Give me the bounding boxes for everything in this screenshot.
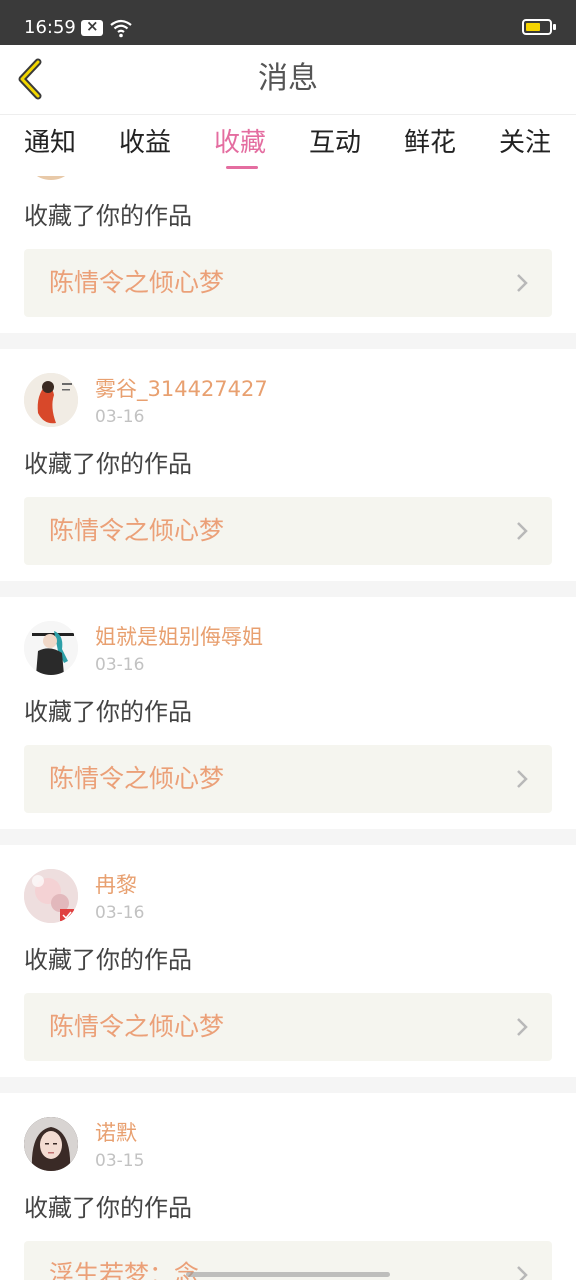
work-link[interactable]: 陈情令之倾心梦 [24, 745, 552, 813]
avatar[interactable] [24, 621, 78, 675]
tab-earnings[interactable]: 收益 [119, 124, 171, 162]
divider [0, 829, 576, 845]
list-item: 冉黎 03-16 收藏了你的作品 陈情令之倾心梦 [0, 845, 576, 1077]
work-title: 浮生若梦：念 [49, 1260, 200, 1280]
chevron-right-icon [517, 274, 528, 292]
username[interactable]: 雾谷_314427427 [95, 375, 268, 403]
work-link[interactable]: 陈情令之倾心梦 [24, 249, 552, 317]
action-text: 收藏了你的作品 [24, 450, 192, 478]
work-title: 陈情令之倾心梦 [49, 516, 225, 545]
avatar[interactable] [24, 373, 78, 427]
username[interactable]: 诺默 [95, 1119, 137, 1147]
list-item: 姐就是姐别侮辱姐 03-16 收藏了你的作品 陈情令之倾心梦 [0, 597, 576, 829]
username[interactable]: 姐就是姐别侮辱姐 [95, 623, 263, 651]
home-indicator[interactable] [186, 1272, 390, 1277]
work-link[interactable]: 陈情令之倾心梦 [24, 497, 552, 565]
action-text: 收藏了你的作品 [24, 946, 192, 974]
message-feed[interactable]: 收藏了你的作品 陈情令之倾心梦 雾谷_314427427 03-16 收藏了你的… [0, 176, 576, 1280]
work-title: 陈情令之倾心梦 [49, 1012, 225, 1041]
tab-bar: 通知 收益 收藏 互动 鲜花 关注 [0, 116, 576, 176]
chevron-right-icon [517, 770, 528, 788]
divider [0, 333, 576, 349]
list-item: 诺默 03-15 收藏了你的作品 浮生若梦：念 [0, 1093, 576, 1280]
action-text: 收藏了你的作品 [24, 1194, 192, 1222]
timestamp: 03-16 [95, 903, 145, 923]
tab-favorites[interactable]: 收藏 [214, 124, 266, 162]
list-item: 收藏了你的作品 陈情令之倾心梦 [0, 176, 576, 333]
avatar[interactable] [24, 1117, 78, 1171]
chevron-right-icon [517, 1018, 528, 1036]
status-time: 16:59 [24, 17, 76, 38]
tab-notifications[interactable]: 通知 [24, 124, 76, 162]
work-link[interactable]: 陈情令之倾心梦 [24, 993, 552, 1061]
notification-icon [81, 17, 103, 36]
username[interactable]: 冉黎 [95, 871, 137, 899]
tab-follows[interactable]: 关注 [499, 124, 551, 162]
tab-flowers[interactable]: 鲜花 [404, 124, 456, 162]
timestamp: 03-16 [95, 407, 145, 427]
top-bar: 消息 [0, 45, 576, 115]
chevron-right-icon [517, 1266, 528, 1280]
work-title: 陈情令之倾心梦 [49, 268, 225, 297]
divider [0, 1077, 576, 1093]
tab-interactions[interactable]: 互动 [309, 124, 361, 162]
wifi-icon [110, 19, 132, 38]
timestamp: 03-15 [95, 1151, 145, 1171]
action-text: 收藏了你的作品 [24, 698, 192, 726]
divider [0, 581, 576, 597]
timestamp: 03-16 [95, 655, 145, 675]
chevron-right-icon [517, 522, 528, 540]
active-tab-indicator [226, 166, 258, 169]
avatar[interactable] [24, 869, 78, 923]
work-title: 陈情令之倾心梦 [49, 764, 225, 793]
action-text: 收藏了你的作品 [24, 202, 192, 230]
status-bar: 16:59 [0, 0, 576, 45]
battery-icon [522, 19, 556, 35]
list-item: 雾谷_314427427 03-16 收藏了你的作品 陈情令之倾心梦 [0, 349, 576, 581]
avatar[interactable] [24, 176, 78, 180]
page-title: 消息 [258, 61, 318, 96]
